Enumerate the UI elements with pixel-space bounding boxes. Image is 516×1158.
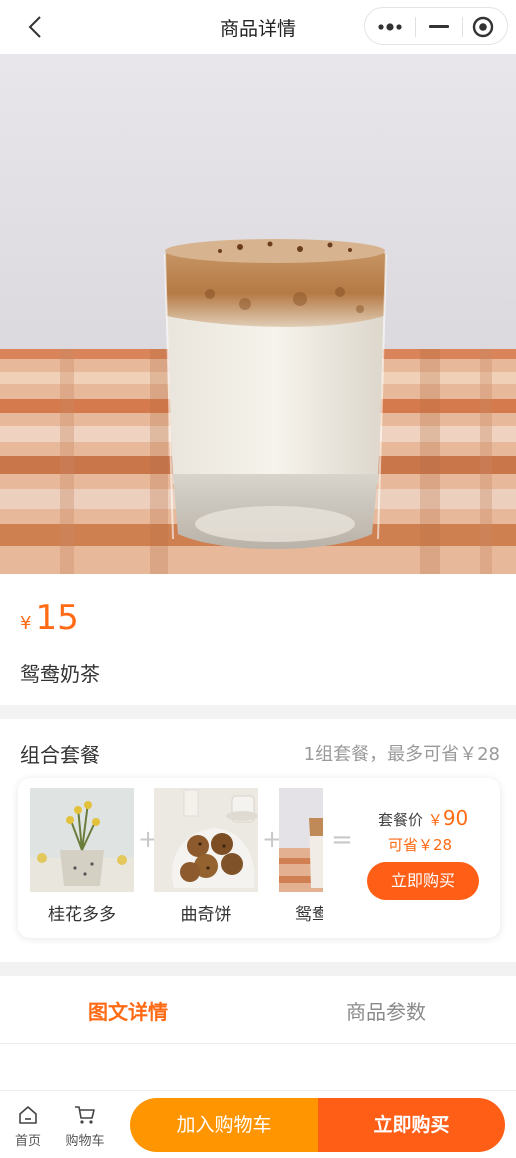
cart-label: 购物车 <box>65 1134 105 1149</box>
combo-info[interactable]: 1组套餐，最多可省￥28 <box>304 740 500 766</box>
add-to-cart-button[interactable]: 加入购物车 <box>130 1098 318 1152</box>
tab-parameters[interactable]: 商品参数 <box>346 996 426 1025</box>
combo-price: 套餐价 ￥90 <box>378 806 468 830</box>
cart-icon <box>75 1106 95 1124</box>
combo-title: 组合套餐 <box>20 743 100 767</box>
combo-buy-button[interactable]: 立即购买 <box>367 862 479 900</box>
nav-bar: 商品详情 <box>0 0 516 54</box>
product-image <box>0 54 516 574</box>
combo-card: 桂花多多 + 曲奇饼 + 鸳鸯 = 套餐价 ￥90 可省￥28 立即购买 <box>18 778 500 938</box>
buy-now-button[interactable]: 立即购买 <box>318 1098 505 1152</box>
more-menu-icon[interactable] <box>365 8 415 46</box>
bottom-bar: 首页 购物车 加入购物车 立即购买 <box>0 1090 516 1158</box>
combo-item-name: 鸳鸯 <box>295 905 323 925</box>
section-divider <box>0 705 516 719</box>
product-price: ¥15 <box>20 598 79 638</box>
combo-price-currency: ￥ <box>427 811 443 829</box>
combo-item-name: 桂花多多 <box>48 905 116 925</box>
close-target-icon[interactable] <box>463 8 507 46</box>
equals-sign: = <box>331 825 353 855</box>
minimize-icon[interactable] <box>416 8 462 46</box>
home-icon <box>19 1106 37 1124</box>
combo-price-amount: 90 <box>442 806 469 830</box>
combo-price-label: 套餐价 <box>378 811 424 829</box>
price-currency: ¥ <box>20 613 32 634</box>
combo-price-value: ￥90 <box>427 806 468 830</box>
combo-item[interactable]: 曲奇饼 <box>154 788 258 925</box>
price-value: 15 <box>35 598 79 638</box>
home-tab[interactable]: 首页 <box>10 1104 46 1149</box>
combo-item[interactable]: 桂花多多 <box>30 788 134 925</box>
combo-item-image <box>30 788 134 892</box>
combo-item-image <box>279 788 323 892</box>
combo-item[interactable]: 鸳鸯 <box>279 788 323 925</box>
tab-details[interactable]: 图文详情 <box>88 996 168 1025</box>
combo-savings: 可省￥28 <box>388 836 453 854</box>
home-label: 首页 <box>14 1134 41 1149</box>
product-name: 鸳鸯奶茶 <box>20 662 100 686</box>
combo-item-image <box>154 788 258 892</box>
cart-tab[interactable]: 购物车 <box>62 1104 108 1149</box>
combo-item-name: 曲奇饼 <box>180 905 232 925</box>
tab-divider <box>0 1043 516 1044</box>
mini-program-capsule <box>364 7 508 45</box>
section-divider <box>0 962 516 976</box>
